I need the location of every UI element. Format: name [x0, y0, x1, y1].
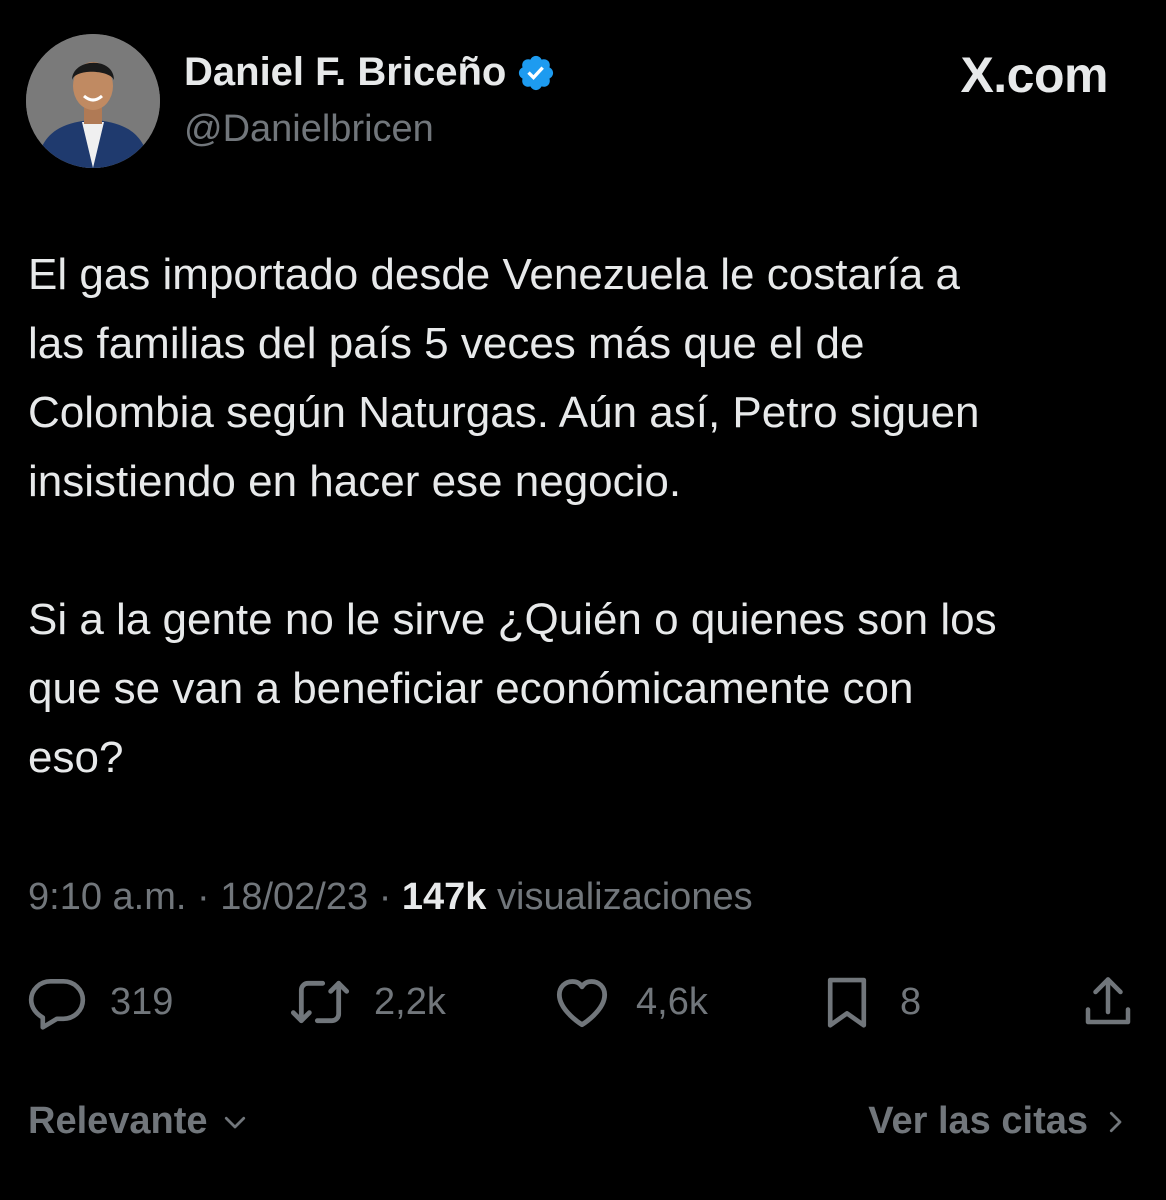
repost-icon — [290, 980, 350, 1024]
tweet-time[interactable]: 9:10 a.m. — [28, 876, 186, 918]
meta-separator: · — [378, 876, 392, 918]
views-count: 147k — [401, 876, 487, 918]
repost-button[interactable]: 2,2k — [288, 970, 446, 1034]
meta-separator: · — [196, 876, 210, 918]
repost-count: 2,2k — [374, 980, 446, 1023]
views-label: visualizaciones — [497, 876, 753, 918]
like-button[interactable]: 4,6k — [550, 970, 708, 1034]
like-count: 4,6k — [636, 980, 708, 1023]
verified-badge-icon — [519, 55, 554, 90]
tweet-date[interactable]: 18/02/23 — [220, 876, 368, 918]
reply-icon — [28, 979, 86, 1030]
reply-button[interactable]: 319 — [26, 970, 173, 1034]
avatar[interactable] — [26, 34, 160, 168]
view-quotes-label: Ver las citas — [868, 1100, 1088, 1142]
author-name-row[interactable]: Daniel F. Briceño — [184, 50, 556, 95]
avatar-image — [26, 34, 160, 168]
tweet-text: El gas importado desde Venezuela le cost… — [28, 240, 1138, 792]
author-handle[interactable]: @Danielbricen — [184, 108, 434, 151]
brand-logo: X.com — [960, 47, 1108, 103]
reply-count: 319 — [110, 980, 174, 1023]
heart-icon — [556, 979, 608, 1028]
chevron-down-icon — [224, 1116, 245, 1128]
tweet-paragraph: El gas importado desde Venezuela le cost… — [28, 250, 980, 506]
author-display-name[interactable]: Daniel F. Briceño — [184, 50, 506, 95]
share-button[interactable] — [1078, 970, 1138, 1034]
action-bar: 319 2,2k 4,6k 8 — [26, 970, 1138, 1034]
bookmark-button[interactable]: 8 — [816, 970, 921, 1034]
share-icon — [1085, 977, 1131, 1025]
sort-label: Relevante — [28, 1100, 208, 1142]
view-quotes-link[interactable]: Ver las citas — [868, 1100, 1130, 1143]
sort-replies-dropdown[interactable]: Relevante — [28, 1100, 250, 1143]
bookmark-icon — [827, 977, 867, 1028]
tweet-paragraph: Si a la gente no le sirve ¿Quién o quien… — [28, 595, 997, 782]
bookmark-count: 8 — [900, 980, 922, 1023]
chevron-right-icon — [1109, 1111, 1122, 1132]
tweet-meta: 9:10 a.m. · 18/02/23 · 147k visualizacio… — [28, 876, 753, 919]
